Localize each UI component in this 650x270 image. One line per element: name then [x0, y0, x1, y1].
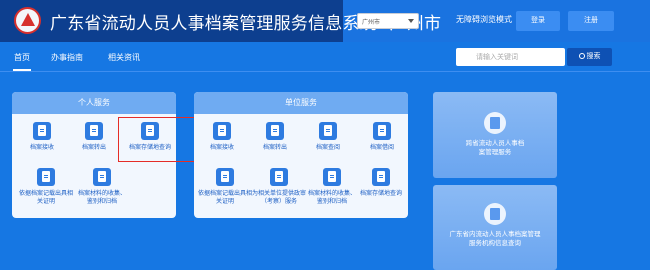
document-icon: [37, 168, 55, 186]
logo-block: 广东省流动人员人事档案管理服务信息系统- 广州市: [0, 0, 441, 42]
tile-personal-receive[interactable]: 档案接收: [22, 122, 62, 152]
tile-label: 档案接收: [209, 145, 234, 151]
document-icon: [93, 168, 111, 186]
tile-label: 档案接收: [29, 145, 54, 151]
tile-label: 档案材料的收集、鉴别和归档: [77, 191, 126, 205]
search-input[interactable]: 请输入关键词: [456, 48, 565, 66]
archive-icon: [484, 203, 506, 225]
search-icon: [578, 53, 585, 59]
nav-news[interactable]: 相关资讯: [108, 52, 140, 63]
document-icon: [373, 122, 391, 140]
tile-unit-political-review[interactable]: 为相关单位提供政审（考察）服务: [252, 168, 306, 206]
accessibility-mode-link[interactable]: 无障碍浏览模式: [456, 14, 512, 25]
nav-home[interactable]: 首页: [14, 52, 30, 63]
document-icon: [33, 122, 51, 140]
document-icon: [216, 168, 234, 186]
top-header: 广东省流动人员人事档案管理服务信息系统- 广州市 广州市 无障碍浏览模式 登录 …: [0, 0, 650, 42]
city-select-value: 广州市: [362, 20, 381, 26]
tile-label: 为相关单位提供政审（考察）服务: [252, 191, 307, 205]
cross-province-card[interactable]: 跨省流动人员人事档案管理服务: [433, 92, 557, 178]
document-icon: [266, 122, 284, 140]
tile-personal-certificate[interactable]: 依据档案记载出具相关证明: [18, 168, 74, 206]
register-button[interactable]: 注册: [568, 11, 614, 31]
tile-label: 档案转出: [262, 145, 287, 151]
cross-province-label: 跨省流动人员人事档案管理服务: [465, 140, 525, 156]
tile-unit-transfer-out[interactable]: 档案转出: [255, 122, 295, 152]
nav-guide[interactable]: 办事指南: [51, 52, 83, 63]
tile-unit-borrow[interactable]: 档案借阅: [362, 122, 402, 152]
in-province-agency-card[interactable]: 广东省内流动人员人事档案管理服务机构信息查询: [433, 185, 557, 270]
unit-services-panel: 单位服务 档案接收 档案转出 档案查阅 档案借阅 依据档案记载出具相关证明 为相…: [194, 92, 408, 218]
search-button-label: 搜索: [586, 53, 601, 60]
search-button[interactable]: 搜索: [567, 48, 612, 66]
tile-label: 依据档案记载出具相关证明: [18, 191, 73, 205]
transfer-icon: [484, 112, 506, 134]
document-icon: [372, 168, 390, 186]
tile-unit-receive[interactable]: 档案接收: [202, 122, 242, 152]
document-icon: [319, 122, 337, 140]
login-button[interactable]: 登录: [516, 11, 560, 31]
chevron-down-icon: [408, 19, 414, 23]
city-select[interactable]: 广州市: [357, 13, 419, 29]
document-icon: [85, 122, 103, 140]
unit-services-title: 单位服务: [194, 92, 408, 114]
tile-personal-transfer-out[interactable]: 档案转出: [74, 122, 114, 152]
tile-unit-inspect[interactable]: 档案查阅: [308, 122, 348, 152]
tile-label: 档案查阅: [315, 145, 340, 151]
highlight-box: [118, 117, 198, 162]
tile-unit-certificate[interactable]: 依据档案记载出具相关证明: [198, 168, 252, 206]
tile-personal-collect[interactable]: 档案材料的收集、鉴别和归档: [76, 168, 128, 206]
document-icon: [270, 168, 288, 186]
in-province-agency-label: 广东省内流动人员人事档案管理服务机构信息查询: [449, 231, 541, 247]
tile-label: 档案存储地查询: [359, 191, 402, 197]
site-title-text: 广东省流动人员人事档案管理服务信息系统: [50, 14, 377, 33]
tile-label: 档案借阅: [369, 145, 394, 151]
active-tab-indicator: [13, 69, 31, 71]
tile-label: 档案材料的收集、鉴别和归档: [307, 191, 356, 205]
tile-label: 依据档案记载出具相关证明: [198, 191, 253, 205]
document-icon: [213, 122, 231, 140]
tile-unit-collect[interactable]: 档案材料的收集、鉴别和归档: [306, 168, 358, 206]
personal-services-title: 个人服务: [12, 92, 176, 114]
tile-label: 档案转出: [81, 145, 106, 151]
document-icon: [323, 168, 341, 186]
emblem-icon: [14, 7, 41, 34]
tile-unit-location-query[interactable]: 档案存储地查询: [354, 168, 408, 198]
